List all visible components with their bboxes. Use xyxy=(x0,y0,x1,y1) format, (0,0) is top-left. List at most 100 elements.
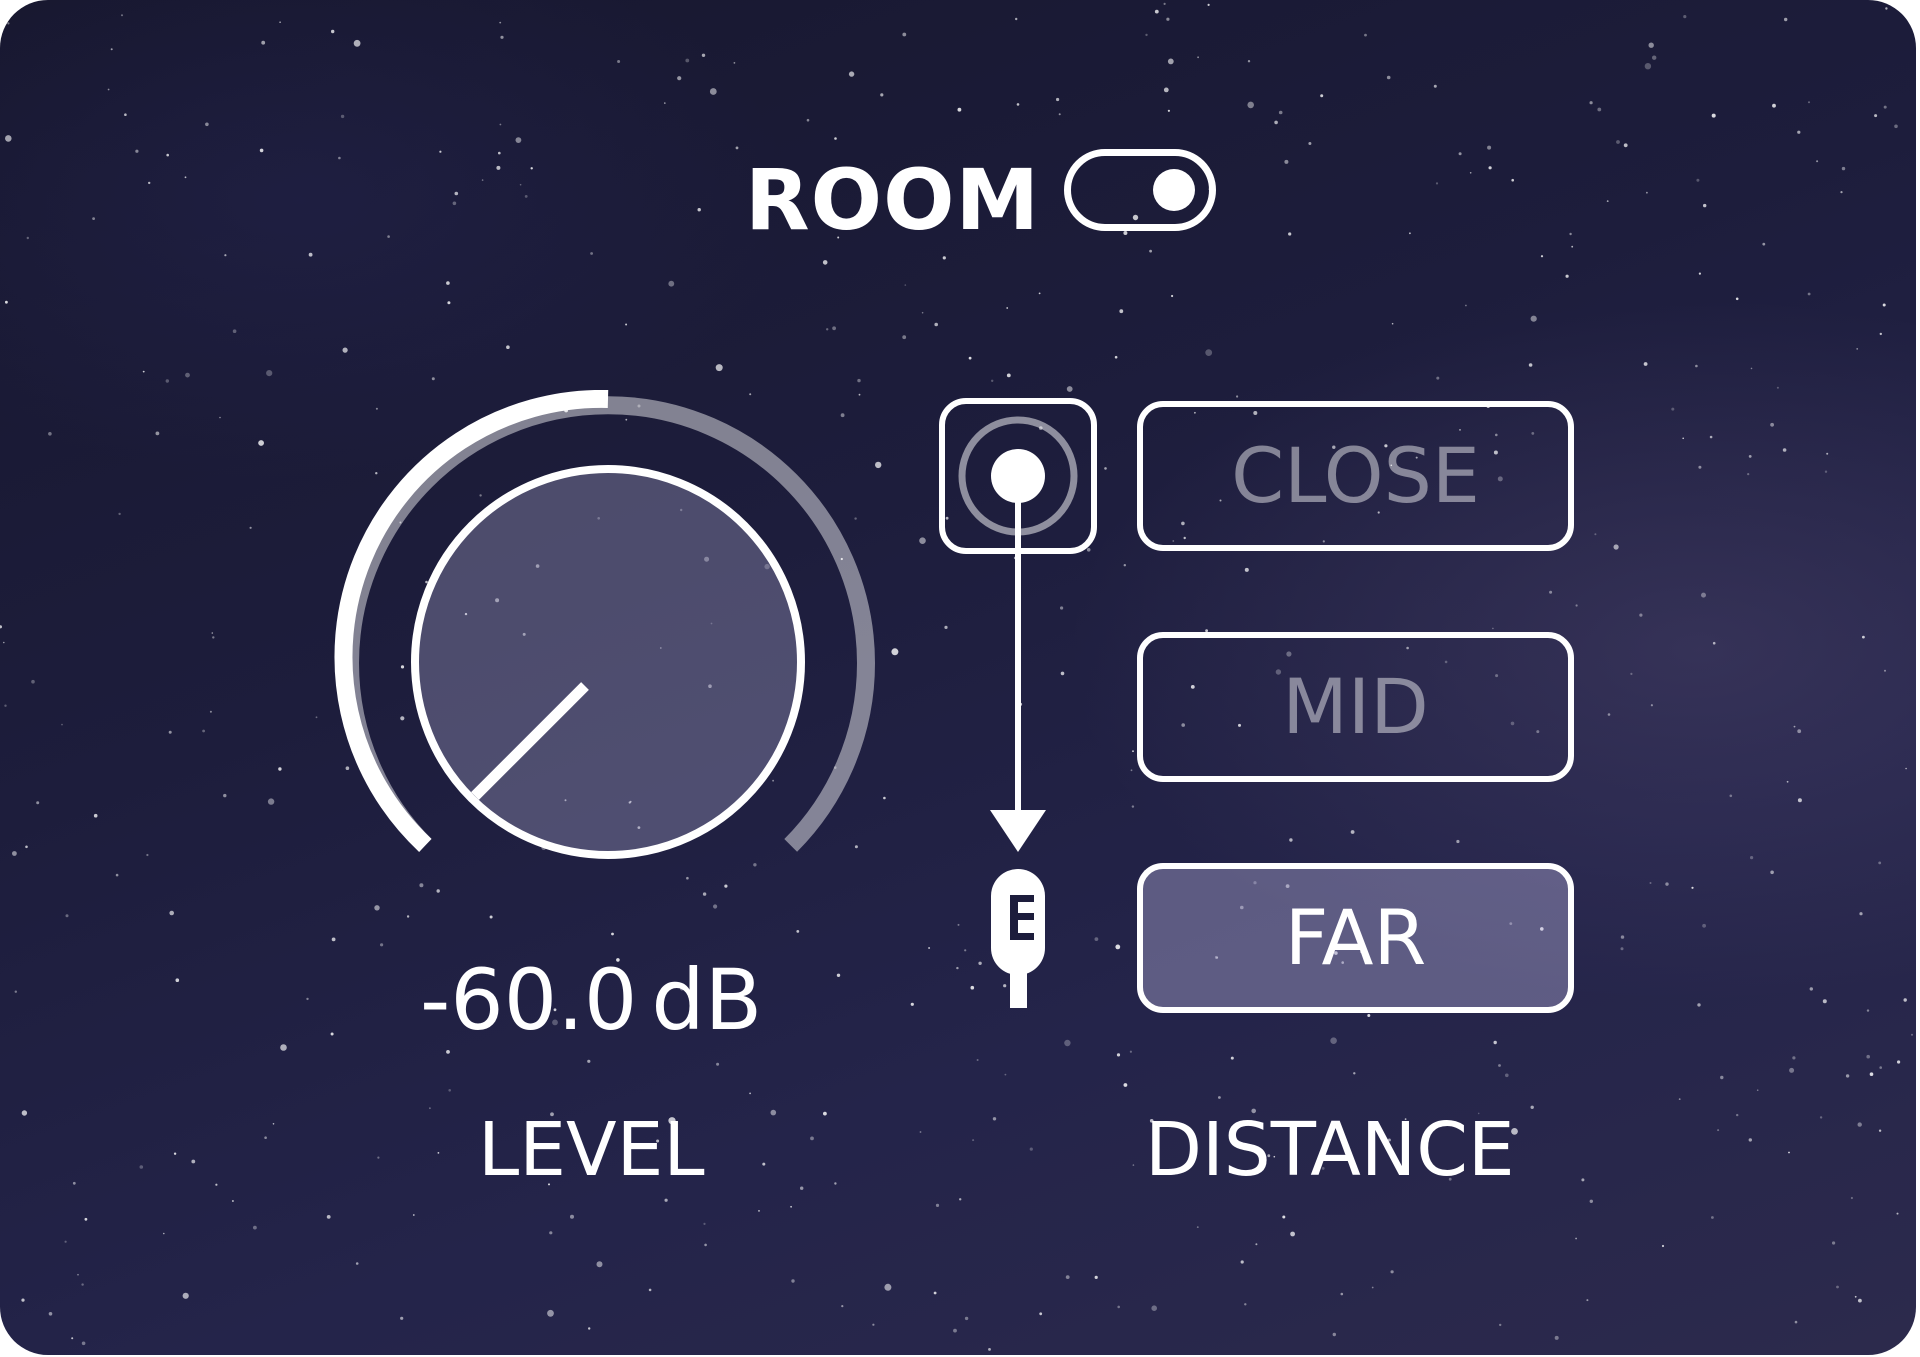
star xyxy=(1163,2,1166,5)
distance-far-button[interactable]: FAR xyxy=(1137,863,1574,1013)
star xyxy=(447,301,451,305)
star xyxy=(1869,1072,1874,1076)
star xyxy=(1747,473,1750,476)
star xyxy=(1717,1129,1720,1132)
star xyxy=(1581,1178,1585,1182)
star xyxy=(848,71,855,77)
star xyxy=(1308,142,1312,145)
star xyxy=(1456,839,1460,844)
star xyxy=(1866,1054,1870,1059)
star xyxy=(1236,395,1239,398)
star xyxy=(1132,1164,1135,1166)
level-value-readout: -60.0 dB xyxy=(420,950,762,1050)
star xyxy=(1540,255,1544,258)
star xyxy=(841,1305,844,1308)
star xyxy=(1883,105,1887,109)
star xyxy=(716,1062,720,1066)
star xyxy=(342,347,348,353)
star xyxy=(315,716,318,719)
star xyxy=(387,235,390,238)
star xyxy=(1750,367,1753,370)
star xyxy=(1748,1138,1753,1142)
star xyxy=(991,379,994,382)
star xyxy=(1458,152,1462,156)
star xyxy=(1038,292,1041,295)
star xyxy=(1218,1096,1221,1099)
star xyxy=(1320,94,1324,98)
star xyxy=(506,345,510,350)
star xyxy=(1606,200,1609,203)
star xyxy=(1856,348,1859,350)
star xyxy=(1530,315,1537,322)
star xyxy=(259,148,264,153)
star xyxy=(1435,182,1439,185)
star xyxy=(223,793,227,798)
star xyxy=(1884,669,1886,672)
star xyxy=(1130,769,1133,772)
star xyxy=(1911,1033,1913,1036)
star xyxy=(1836,1285,1839,1289)
distance-mid-button[interactable]: MID xyxy=(1137,632,1574,782)
star xyxy=(1244,567,1249,572)
star xyxy=(1597,107,1602,112)
star xyxy=(1756,1089,1759,1091)
star xyxy=(515,137,522,144)
star xyxy=(902,335,907,340)
star xyxy=(530,167,533,170)
star xyxy=(988,1348,991,1351)
star xyxy=(110,48,113,51)
star xyxy=(617,60,621,63)
star xyxy=(1594,533,1597,536)
star xyxy=(668,280,675,287)
star xyxy=(590,252,593,255)
star xyxy=(1644,62,1652,70)
star xyxy=(191,1159,196,1164)
star xyxy=(209,710,212,713)
star xyxy=(272,1123,275,1125)
star xyxy=(1278,110,1283,115)
star xyxy=(1695,364,1698,368)
star xyxy=(1894,124,1898,129)
star xyxy=(1748,455,1752,458)
room-toggle[interactable] xyxy=(1064,149,1216,231)
star xyxy=(822,260,828,265)
star xyxy=(81,1283,84,1286)
star xyxy=(1750,856,1754,860)
star xyxy=(380,943,384,947)
star xyxy=(5,135,12,142)
star xyxy=(1696,178,1700,182)
star xyxy=(258,440,264,446)
star xyxy=(1607,713,1611,716)
star xyxy=(306,997,309,1001)
star xyxy=(1058,113,1061,116)
level-knob[interactable] xyxy=(330,390,890,890)
star xyxy=(1015,17,1018,21)
star xyxy=(1016,103,1020,106)
star xyxy=(1784,17,1788,22)
star xyxy=(1123,564,1127,567)
star xyxy=(202,729,206,733)
star xyxy=(377,1156,380,1159)
distance-close-button[interactable]: CLOSE xyxy=(1137,401,1574,551)
star xyxy=(499,21,502,24)
star xyxy=(1371,1286,1374,1289)
star xyxy=(1711,1216,1714,1219)
star xyxy=(733,62,736,64)
star xyxy=(976,1059,979,1061)
star xyxy=(21,1110,28,1116)
star xyxy=(891,648,899,656)
star xyxy=(1364,33,1367,37)
star xyxy=(1499,1323,1502,1327)
star xyxy=(1493,1040,1497,1045)
star xyxy=(1652,55,1657,60)
star xyxy=(1163,87,1169,93)
star xyxy=(1197,56,1199,59)
star xyxy=(884,1283,892,1291)
star xyxy=(713,904,718,909)
star xyxy=(1409,232,1411,235)
star xyxy=(834,137,837,140)
star xyxy=(1167,58,1174,65)
star xyxy=(5,300,8,304)
star xyxy=(872,1323,875,1326)
star xyxy=(1433,84,1437,88)
